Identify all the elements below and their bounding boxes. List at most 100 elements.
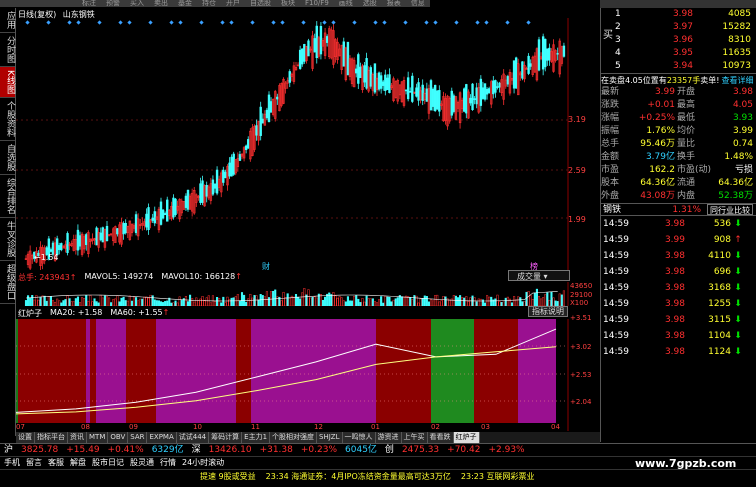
price-chart[interactable] xyxy=(16,18,600,270)
volume-bar xyxy=(469,297,472,306)
volume-bar xyxy=(74,298,77,306)
volume-bar xyxy=(355,295,358,306)
ticker-link[interactable]: 行情 xyxy=(160,457,176,469)
menu-item[interactable]: 持仓 xyxy=(202,0,216,7)
stat-value: 162.2 xyxy=(649,165,675,175)
indicator-tab[interactable]: SHJZL xyxy=(317,432,343,443)
indicator-chart[interactable] xyxy=(16,319,600,431)
indicator-tab[interactable]: 筹码计算 xyxy=(209,432,243,443)
left-tab[interactable]: 牛叉诊股 xyxy=(0,218,15,261)
indicator-tab[interactable]: 看看跌 xyxy=(427,432,454,443)
indicator-tab[interactable]: EXPMA xyxy=(147,432,177,443)
site-watermark: www.7gpzb.com xyxy=(635,457,737,470)
menu-item[interactable]: 买入 xyxy=(130,0,144,7)
candle-body xyxy=(238,154,242,161)
candle-body xyxy=(556,52,559,55)
indicator-tab[interactable]: OBV xyxy=(108,432,129,443)
ticker-link[interactable]: 客服 xyxy=(48,457,64,469)
sector-change: 1.31% xyxy=(672,205,701,215)
tick-price: 3.98 xyxy=(664,283,685,293)
month-label: 11 xyxy=(251,423,260,431)
indicator-tab[interactable]: SAR xyxy=(128,432,148,443)
event-diamond xyxy=(424,20,429,25)
volume-bar xyxy=(147,297,150,306)
news-item[interactable]: 提速 9股或受益 xyxy=(200,470,256,484)
compare-button[interactable]: 同行业比较 xyxy=(707,204,753,215)
ticker-link[interactable]: 24小时滚动 xyxy=(182,457,224,469)
indicator-tab[interactable]: 红炉子 xyxy=(453,432,480,443)
indicator-tab[interactable]: E主力1 xyxy=(242,432,271,443)
left-tab[interactable]: 综合排名 xyxy=(0,175,15,218)
left-tab[interactable]: K线图 xyxy=(0,67,15,98)
indicator-tab[interactable]: 指标平台 xyxy=(35,432,68,443)
indicator-band xyxy=(518,319,556,423)
menu-item[interactable]: 基金 xyxy=(178,0,192,7)
volume-bar xyxy=(205,297,208,306)
indicator-help-button[interactable]: 指标说明 xyxy=(528,306,568,317)
volume-bar xyxy=(407,296,410,306)
news-item[interactable]: 23:23 互联网彩票业 xyxy=(461,470,535,484)
ticker-link[interactable]: 手机 xyxy=(4,457,20,469)
indicator-tabs: 设置 指标平台 资讯 MTM OBV SAR EXPMA 试试444 筹码计算 E主力1 个股相对强… xyxy=(16,432,600,443)
volume-bar xyxy=(409,297,412,306)
view-detail-link[interactable]: 查看详细 xyxy=(721,74,753,86)
event-diamond xyxy=(169,20,174,25)
indicator-tab[interactable]: 个股相对强度 xyxy=(270,432,318,443)
volume-bar xyxy=(429,299,433,306)
menu-item[interactable]: 标注 xyxy=(82,0,96,7)
event-diamond xyxy=(118,20,123,25)
volume-chart[interactable] xyxy=(16,282,600,306)
volume-bar xyxy=(70,301,73,306)
menu-item[interactable]: 画线 xyxy=(339,0,353,7)
order-level: 2 3.97 15282 xyxy=(601,21,756,34)
menu-item[interactable]: F10/F9 xyxy=(305,0,329,7)
stat-value: 52.38万 xyxy=(718,191,753,201)
ticker-value: +31.38 xyxy=(259,445,293,455)
ticker-link[interactable]: 留言 xyxy=(26,457,42,469)
indicator-tab[interactable]: 一鸣惊人 xyxy=(342,432,376,443)
candle-body xyxy=(436,90,439,110)
event-marker[interactable]: 财 xyxy=(262,261,270,272)
sector-name[interactable]: 钢铁 xyxy=(601,204,641,215)
volume-bar xyxy=(498,301,501,306)
tick-volume: 4110 xyxy=(708,251,731,261)
menu-item[interactable]: 自选股 xyxy=(250,0,271,7)
candle-body xyxy=(276,96,279,100)
menu-item[interactable]: 开户 xyxy=(226,0,240,7)
menu-item[interactable]: 信息 xyxy=(411,0,425,7)
volume-bar xyxy=(506,296,509,306)
left-tab[interactable]: 自选股 xyxy=(0,141,15,175)
candle-body xyxy=(211,179,215,195)
menu-item[interactable]: 板块 xyxy=(281,0,295,7)
month-label: 03 xyxy=(481,423,490,431)
menu-item[interactable]: 预警 xyxy=(106,0,120,7)
stat-label: 流通 xyxy=(677,178,696,188)
stat-value: 64.36亿 xyxy=(640,178,675,188)
volume-bar xyxy=(93,298,96,306)
indicator-tab[interactable]: 游资进 xyxy=(375,432,402,443)
left-tab[interactable]: 超级盘口 xyxy=(0,261,15,304)
volume-dropdown[interactable]: 成交量 ▾ xyxy=(508,270,570,281)
volume-bar xyxy=(186,301,190,306)
news-item[interactable]: 23:34 海通证券：4月IPO冻结资金量最高可达3万亿 xyxy=(266,470,451,484)
indicator-tab[interactable]: 设置 xyxy=(16,432,35,443)
ticker-link[interactable]: 股灵通 xyxy=(130,457,154,469)
volume-bar xyxy=(384,295,387,306)
indicator-tab[interactable]: MTM xyxy=(87,432,109,443)
candle-body xyxy=(521,61,524,79)
left-tab[interactable]: 分时图 xyxy=(0,33,15,67)
tick-time: 14:59 xyxy=(603,299,629,309)
menu-item[interactable]: 选股 xyxy=(363,0,377,7)
left-tab[interactable]: 应用 xyxy=(0,8,15,33)
ticker-link[interactable]: 股市日记 xyxy=(92,457,124,469)
menu-item[interactable]: 卖出 xyxy=(154,0,168,7)
tick-time: 14:59 xyxy=(603,315,629,325)
volume-bar xyxy=(324,296,327,306)
indicator-tab[interactable]: 上午买 xyxy=(401,432,428,443)
left-tab[interactable]: 个股资料 xyxy=(0,98,15,141)
indicator-tab[interactable]: 试试444 xyxy=(176,432,210,443)
indicator-tab[interactable]: 资讯 xyxy=(68,432,87,443)
ticker-link[interactable]: 解盘 xyxy=(70,457,86,469)
menu-item[interactable]: 报表 xyxy=(387,0,401,7)
level-number: 5 xyxy=(615,61,621,71)
